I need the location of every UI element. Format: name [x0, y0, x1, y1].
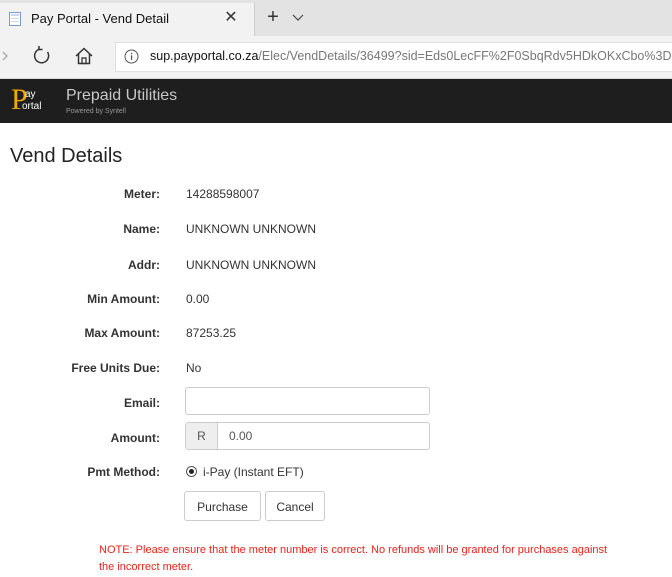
- browser-tab[interactable]: Pay Portal - Vend Detail ✕: [0, 3, 255, 36]
- home-icon[interactable]: [72, 44, 96, 68]
- url-host: sup.payportal.co.za: [150, 49, 259, 63]
- site-header: P ay ortal Prepaid Utilities Powered by …: [0, 79, 672, 123]
- cancel-button[interactable]: Cancel: [265, 491, 325, 521]
- meter-value: 14288598007: [186, 187, 260, 201]
- free-units-label: Free Units Due:: [71, 361, 160, 375]
- amount-input-value: 0.00: [229, 429, 253, 443]
- purchase-button[interactable]: Purchase: [184, 491, 261, 521]
- info-icon[interactable]: [124, 49, 139, 64]
- forward-arrow-icon[interactable]: [0, 48, 10, 64]
- max-amount-label: Max Amount:: [84, 326, 160, 340]
- payportal-logo[interactable]: P ay ortal: [10, 83, 42, 117]
- max-amount-value: 87253.25: [186, 326, 237, 340]
- browser-tab-bar: Pay Portal - Vend Detail ✕ +: [0, 0, 672, 36]
- page-title: Vend Details: [10, 145, 123, 167]
- refund-warning-note: NOTE: Please ensure that the meter numbe…: [99, 544, 608, 573]
- browser-nav-bar: sup.payportal.co.za/Elec/VendDetails/364…: [0, 36, 672, 79]
- brand-subtitle: Powered by Syntell: [66, 108, 126, 115]
- addr-label: Addr:: [128, 258, 160, 272]
- name-label: Name:: [123, 222, 160, 236]
- logo-text-ay: ay: [25, 89, 36, 100]
- refresh-icon[interactable]: [30, 44, 54, 68]
- new-tab-icon[interactable]: +: [262, 7, 284, 29]
- brand-title: Prepaid Utilities: [66, 87, 178, 104]
- email-label: Email:: [123, 396, 160, 410]
- amount-input[interactable]: R 0.00: [185, 422, 430, 450]
- chevron-down-icon[interactable]: [290, 9, 306, 25]
- radio-selected-dot: [189, 469, 194, 474]
- min-amount-value: 0.00: [186, 292, 210, 306]
- tab-title: Pay Portal - Vend Detail: [31, 11, 170, 26]
- currency-prefix: R: [186, 423, 218, 449]
- close-tab-icon[interactable]: ✕: [221, 8, 241, 28]
- url-path: /Elec/VendDetails/36499?sid=Eds0LecFF%2F…: [258, 49, 672, 63]
- meter-label: Meter:: [123, 187, 160, 201]
- url-text: sup.payportal.co.za/Elec/VendDetails/364…: [150, 49, 671, 63]
- ipay-radio[interactable]: [186, 466, 197, 477]
- ipay-radio-label[interactable]: i-Pay (Instant EFT): [203, 465, 304, 479]
- address-bar[interactable]: sup.payportal.co.za/Elec/VendDetails/364…: [115, 42, 672, 72]
- min-amount-label: Min Amount:: [87, 292, 160, 306]
- page-favicon-icon: [9, 12, 21, 26]
- amount-label: Amount:: [110, 431, 160, 445]
- free-units-value: No: [186, 361, 202, 375]
- email-input[interactable]: [185, 387, 430, 415]
- name-value: UNKNOWN UNKNOWN: [186, 222, 316, 236]
- pmt-method-label: Pmt Method:: [87, 465, 160, 479]
- logo-text-ortal: ortal: [22, 101, 42, 112]
- addr-value: UNKNOWN UNKNOWN: [186, 258, 316, 272]
